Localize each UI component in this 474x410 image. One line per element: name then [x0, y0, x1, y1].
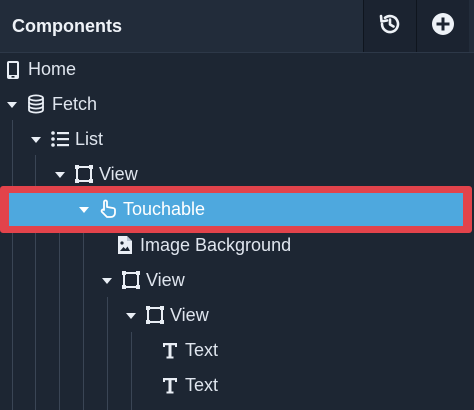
tree-item-label: Text	[185, 340, 219, 360]
chevron-down-icon[interactable]	[31, 137, 41, 143]
tree-item-text[interactable]: Text	[0, 368, 474, 403]
chevron-down-icon[interactable]	[55, 172, 65, 178]
tree-item-text[interactable]: Text	[0, 333, 474, 368]
tree-item-list[interactable]: List	[0, 122, 474, 157]
list-icon	[51, 130, 69, 148]
tree-item-view[interactable]: View	[0, 298, 474, 333]
tree-item-image-background[interactable]: Image Background	[0, 228, 474, 263]
image-file-icon	[117, 235, 133, 255]
square-frame-icon	[145, 305, 165, 325]
tree-item-label: List	[75, 129, 104, 149]
tree-item-label: Text	[185, 375, 219, 395]
add-component-button[interactable]	[416, 0, 469, 52]
chevron-down-icon[interactable]	[126, 313, 136, 319]
text-icon	[162, 377, 178, 394]
history-button[interactable]	[363, 0, 416, 52]
database-icon	[27, 94, 45, 114]
add-circle-icon	[430, 11, 456, 42]
tree-item-label: View	[99, 164, 138, 184]
chevron-down-icon[interactable]	[102, 278, 112, 284]
chevron-down-icon[interactable]	[79, 207, 89, 213]
tree-item-label: View	[146, 270, 185, 290]
text-icon	[162, 342, 178, 359]
chevron-down-icon[interactable]	[7, 102, 17, 108]
tree-item-home[interactable]: Home	[0, 52, 474, 87]
tree-item-view[interactable]: View	[0, 263, 474, 298]
square-frame-icon	[74, 164, 94, 184]
history-icon	[377, 11, 403, 42]
phone-icon	[6, 60, 20, 80]
panel-title: Components	[12, 16, 122, 36]
hand-pointer-icon	[98, 199, 118, 219]
tree-item-label: Touchable	[123, 199, 206, 219]
tree-item-label: Fetch	[52, 94, 98, 114]
tree-item-fetch[interactable]: Fetch	[0, 87, 474, 122]
panel-header: Components	[0, 0, 474, 53]
tree-item-label: Image Background	[140, 235, 292, 255]
tree-item-view[interactable]: View	[0, 157, 474, 192]
tree-item-label: Home	[28, 59, 77, 79]
components-panel: Components Home Fetch List View Touchabl…	[0, 0, 474, 410]
tree-item-label: View	[170, 305, 209, 325]
square-frame-icon	[121, 270, 141, 290]
tree-item-touchable[interactable]: Touchable	[0, 192, 474, 227]
